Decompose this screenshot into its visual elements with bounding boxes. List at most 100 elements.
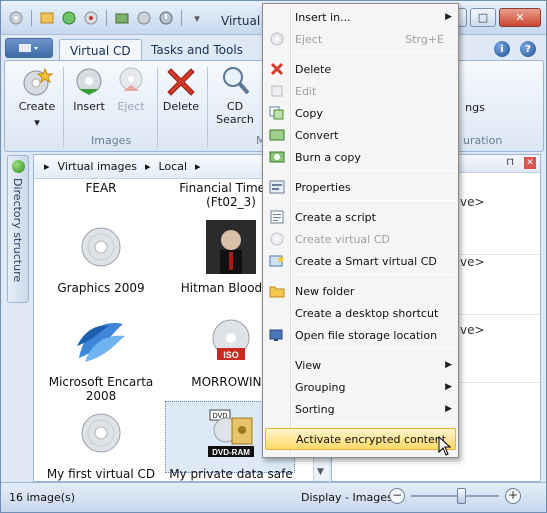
menu-item-copy[interactable]: Copy [265,102,456,124]
gear-icon[interactable] [38,10,56,26]
menu-item-sorting[interactable]: Sorting ▶ [265,398,456,420]
clock-icon[interactable] [157,10,175,26]
menu-item-view[interactable]: View ▶ [265,354,456,376]
maximize-button[interactable]: □ [470,8,496,27]
scroll-down-icon[interactable]: ▼ [317,467,324,477]
customize-qat-icon[interactable]: ▾ [188,10,206,26]
properties-icon [265,176,289,198]
submenu-arrow-icon: ▶ [445,360,452,370]
convert-icon [265,124,289,146]
create-label: Create [18,100,56,113]
zoom-slider-thumb[interactable] [457,488,466,504]
create-disc-icon [21,65,53,97]
menu-item-label: New folder [295,284,355,298]
zoom-out-button[interactable]: − [389,488,405,504]
list-item[interactable]: Microsoft Encarta 2008 [36,313,166,403]
tab-tasks-and-tools[interactable]: Tasks and Tools [141,39,253,61]
menu-item-label: Create a script [295,210,376,224]
gallery-icon[interactable] [82,10,100,26]
close-button[interactable]: ✕ [499,8,541,27]
menu-item-label: Copy [295,106,323,120]
menu-item-insert-in[interactable]: Insert in... ▶ [265,6,456,28]
help-icons: i ? [494,41,536,57]
create-button[interactable]: Create ▾ [17,65,57,131]
insert-button[interactable]: Insert [69,65,109,131]
settings-icon[interactable] [60,10,78,26]
tab-virtual-cd[interactable]: Virtual CD [59,39,142,61]
zoom-slider-track[interactable] [411,495,499,497]
menu-item-create-virtual-cd[interactable]: Create virtual CD [265,228,456,250]
disc-icon[interactable] [7,10,25,26]
cd-search-button[interactable]: CD Search [213,65,257,131]
edit-icon [265,80,289,102]
eject-disc-icon [115,65,147,97]
menu-separator [295,170,455,171]
ribbon-separator [207,67,208,147]
submenu-arrow-icon: ▶ [445,12,452,22]
breadcrumb-arrow-icon[interactable]: ▸ [44,160,50,173]
application-menu-button[interactable] [5,38,53,58]
menu-separator [295,348,455,349]
insert-disc-icon [73,65,105,97]
menu-item-label: Create a desktop shortcut [295,306,439,320]
menu-item-burn-a-copy[interactable]: Burn a copy [265,146,456,168]
breadcrumb-local[interactable]: Local [159,160,188,173]
menu-item-eject[interactable]: Eject Strg+E [265,28,456,50]
info-icon[interactable]: i [494,41,510,57]
ribbon-separator [63,67,64,147]
image-name: My first virtual CD [46,467,156,481]
menu-item-create-smart-virtual-cd[interactable]: Create a Smart virtual CD [265,250,456,272]
game-cover-icon [203,219,259,275]
list-item[interactable]: FEAR [36,181,166,195]
insert-label: Insert [73,100,105,113]
menu-item-properties[interactable]: Properties [265,176,456,198]
menu-item-open-file-storage-location[interactable]: Open file storage location [265,324,456,346]
menu-item-label: Create a Smart virtual CD [295,254,437,268]
delete-button[interactable]: Delete [161,65,201,131]
menu-item-label: Create virtual CD [295,232,390,246]
breadcrumb-arrow-icon[interactable]: ▸ [145,160,151,173]
delete-icon [265,58,289,80]
image-count: 16 image(s) [9,491,76,504]
menu-item-label: Sorting [295,402,335,416]
copy-icon [265,102,289,124]
list-item[interactable]: Graphics 2009 [36,219,166,295]
close-icon[interactable]: ✕ [524,157,536,169]
delete-label: Delete [162,100,200,113]
menu-item-label: Properties [295,180,351,194]
menu-separator [295,422,455,423]
dvd-ram-badge: DVD-RAM [212,448,250,457]
directory-structure-panel[interactable]: Directory structure [7,155,29,303]
settings-label: ngs [465,101,485,114]
help-icon[interactable]: ? [520,41,536,57]
toolbar-separator [181,10,182,26]
menu-item-create-desktop-shortcut[interactable]: Create a desktop shortcut [265,302,456,324]
screen-icon[interactable] [135,10,153,26]
image-name: Microsoft Encarta 2008 [48,375,154,403]
menu-item-convert[interactable]: Convert [265,124,456,146]
pin-icon[interactable]: ⊓ [506,157,514,168]
menu-item-delete[interactable]: Delete [265,58,456,80]
menu-item-grouping[interactable]: Grouping ▶ [265,376,456,398]
storage-icon [265,324,289,346]
menu-item-new-folder[interactable]: New folder [265,280,456,302]
menu-item-edit[interactable]: Edit [265,80,456,102]
zoom-in-button[interactable]: + [505,488,521,504]
menu-item-create-a-script[interactable]: Create a script [265,206,456,228]
dvd-ram-safe-icon: DVD DVD-RAM [203,405,259,461]
menu-item-label: Burn a copy [295,150,361,164]
eject-button[interactable]: Eject [111,65,151,131]
smart-cd-icon [265,250,289,272]
eject-label: Eject [117,100,145,113]
submenu-arrow-icon: ▶ [445,382,452,392]
breadcrumb-virtual-images[interactable]: Virtual images [58,160,137,173]
list-item[interactable]: My first virtual CD [36,405,166,481]
disc-gray-icon[interactable] [113,10,131,26]
breadcrumb-arrow-icon[interactable]: ▸ [195,160,201,173]
menu-item-label: Activate encrypted content [296,432,447,446]
image-name: My private data safe [169,467,293,481]
context-menu: Insert in... ▶ Eject Strg+E Delete Edit … [262,3,459,458]
directory-structure-label: Directory structure [11,178,24,283]
quick-access-toolbar: ▾ [7,10,206,26]
menu-item-activate-encrypted-content[interactable]: Activate encrypted content [265,428,456,450]
